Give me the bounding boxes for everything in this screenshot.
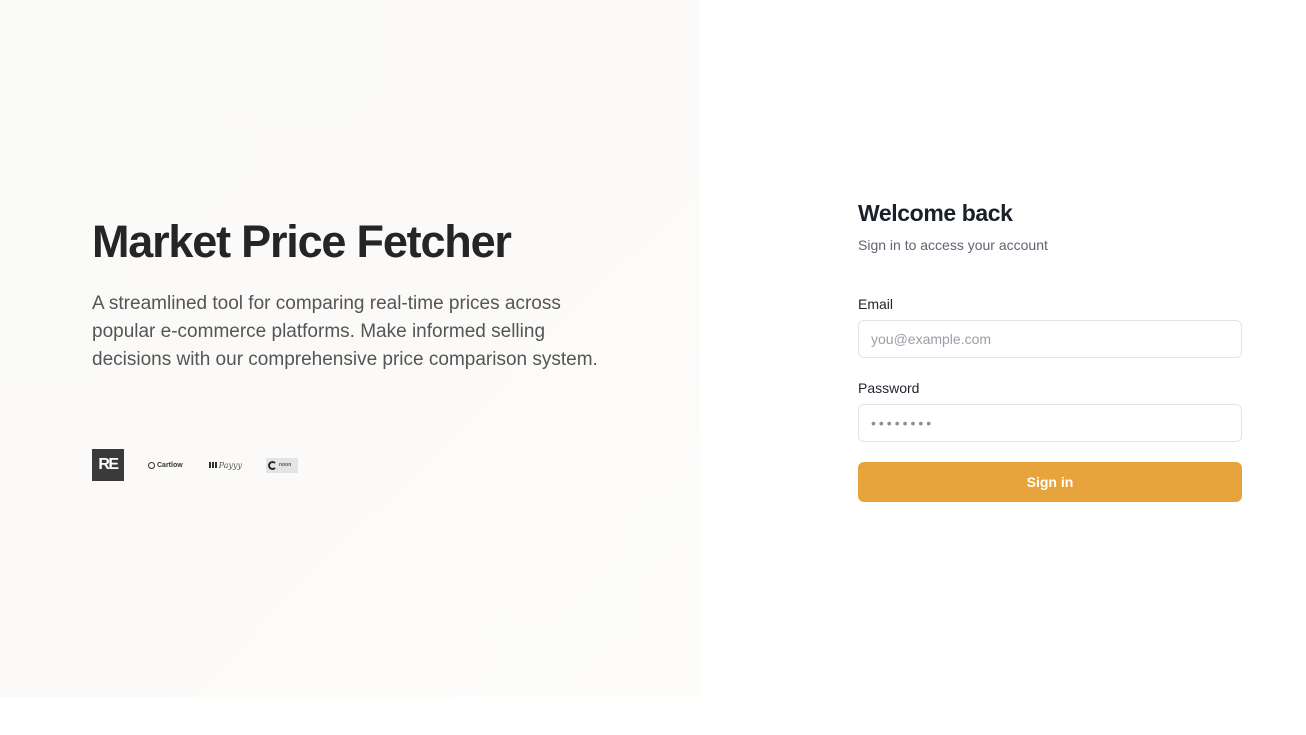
cartlow-logo-text: Cartlow — [157, 461, 183, 469]
sign-in-button[interactable]: Sign in — [858, 462, 1242, 502]
payyy-logo-text: Payyy — [218, 460, 243, 470]
cartlow-logo: Cartlow — [148, 461, 183, 469]
re-logo: RE — [92, 449, 124, 481]
partner-logos: RE Cartlow Payyy noon — [92, 449, 299, 481]
login-page: Market Price Fetcher A streamlined tool … — [0, 0, 1306, 735]
login-form: Welcome back Sign in to access your acco… — [858, 198, 1242, 502]
password-label: Password — [858, 380, 920, 396]
re-logo-text: RE — [98, 456, 119, 473]
email-field[interactable] — [858, 320, 1242, 358]
payyy-logo: Payyy — [208, 460, 243, 470]
email-label: Email — [858, 296, 894, 312]
noon-logo: noon — [266, 457, 299, 473]
hero-panel: Market Price Fetcher A streamlined tool … — [0, 0, 700, 697]
payyy-mark-icon — [208, 462, 217, 468]
hero-description: A streamlined tool for comparing real-ti… — [92, 293, 598, 370]
login-title: Welcome back — [858, 200, 1013, 226]
hero-title: Market Price Fetcher — [92, 216, 512, 267]
noon-circle-icon — [268, 460, 278, 470]
noon-logo-text: noon — [279, 461, 292, 468]
login-subtitle: Sign in to access your account — [858, 237, 1048, 253]
cartlow-mark-icon — [148, 461, 155, 469]
password-field[interactable] — [858, 404, 1242, 442]
